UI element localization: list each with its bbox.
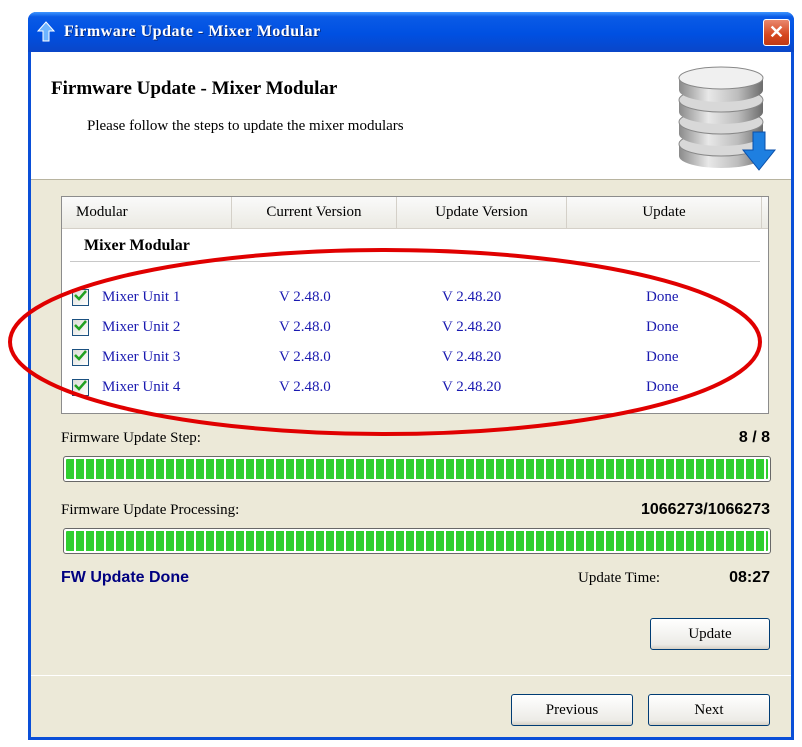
page-subtitle: Please follow the steps to update the mi… [87, 118, 404, 134]
checkmark-icon [74, 378, 87, 396]
previous-button[interactable]: Previous [511, 694, 633, 726]
table-row: Mixer Unit 4 V 2.48.0 V 2.48.20 Done [62, 373, 762, 401]
row-update-version: V 2.48.20 [442, 348, 502, 365]
processing-label: Firmware Update Processing: [61, 502, 240, 518]
row-checkbox[interactable] [72, 318, 89, 336]
footer-divider [31, 675, 791, 676]
row-name: Mixer Unit 2 [102, 318, 181, 335]
checkmark-icon [74, 318, 87, 336]
window-title: Firmware Update - Mixer Modular [64, 23, 321, 40]
processing-progress-fill [66, 531, 768, 551]
checkmark-icon [74, 288, 87, 306]
modular-table: Modular Current Version Update Version U… [61, 196, 769, 414]
close-icon: ✕ [768, 22, 785, 42]
row-name: Mixer Unit 4 [102, 378, 181, 395]
update-time-value: 08:27 [729, 569, 770, 586]
processing-progress-bar [63, 528, 771, 554]
row-name: Mixer Unit 1 [102, 288, 181, 305]
row-current-version: V 2.48.0 [279, 378, 331, 395]
step-value: 8 / 8 [738, 429, 770, 446]
column-header-modular[interactable]: Modular [62, 197, 232, 228]
step-progress-bar [63, 456, 771, 482]
row-update-version: V 2.48.20 [442, 378, 502, 395]
table-row: Mixer Unit 1 V 2.48.0 V 2.48.20 Done [62, 283, 762, 311]
table-row: Mixer Unit 2 V 2.48.0 V 2.48.20 Done [62, 313, 762, 341]
group-divider [70, 261, 760, 262]
row-checkbox[interactable] [72, 378, 89, 396]
processing-value: 1066273/1066273 [640, 501, 770, 518]
column-header-current-version[interactable]: Current Version [232, 197, 397, 228]
database-download-icon [678, 66, 777, 171]
close-button[interactable]: ✕ [763, 19, 790, 46]
column-header-update-version[interactable]: Update Version [397, 197, 567, 228]
row-current-version: V 2.48.0 [279, 288, 331, 305]
table-row: Mixer Unit 3 V 2.48.0 V 2.48.20 Done [62, 343, 762, 371]
group-label: Mixer Modular [84, 237, 190, 254]
row-checkbox[interactable] [72, 288, 89, 306]
row-current-version: V 2.48.0 [279, 348, 331, 365]
step-progress-fill [66, 459, 768, 479]
table-header: Modular Current Version Update Version U… [62, 197, 768, 229]
update-status-text: FW Update Done [61, 569, 189, 586]
row-status: Done [646, 348, 679, 365]
page-title: Firmware Update - Mixer Modular [51, 78, 338, 99]
update-button[interactable]: Update [650, 618, 770, 650]
wizard-header: Firmware Update - Mixer Modular Please f… [31, 52, 791, 180]
row-status: Done [646, 378, 679, 395]
row-name: Mixer Unit 3 [102, 348, 181, 365]
checkmark-icon [74, 348, 87, 366]
row-current-version: V 2.48.0 [279, 318, 331, 335]
next-button[interactable]: Next [648, 694, 770, 726]
title-bar[interactable]: Firmware Update - Mixer Modular ✕ [28, 12, 794, 52]
row-status: Done [646, 288, 679, 305]
up-arrow-icon [36, 21, 56, 43]
row-checkbox[interactable] [72, 348, 89, 366]
row-status: Done [646, 318, 679, 335]
row-update-version: V 2.48.20 [442, 318, 502, 335]
row-update-version: V 2.48.20 [442, 288, 502, 305]
column-header-update[interactable]: Update [567, 197, 762, 228]
update-time-label: Update Time: [578, 570, 661, 586]
step-label: Firmware Update Step: [61, 430, 201, 446]
